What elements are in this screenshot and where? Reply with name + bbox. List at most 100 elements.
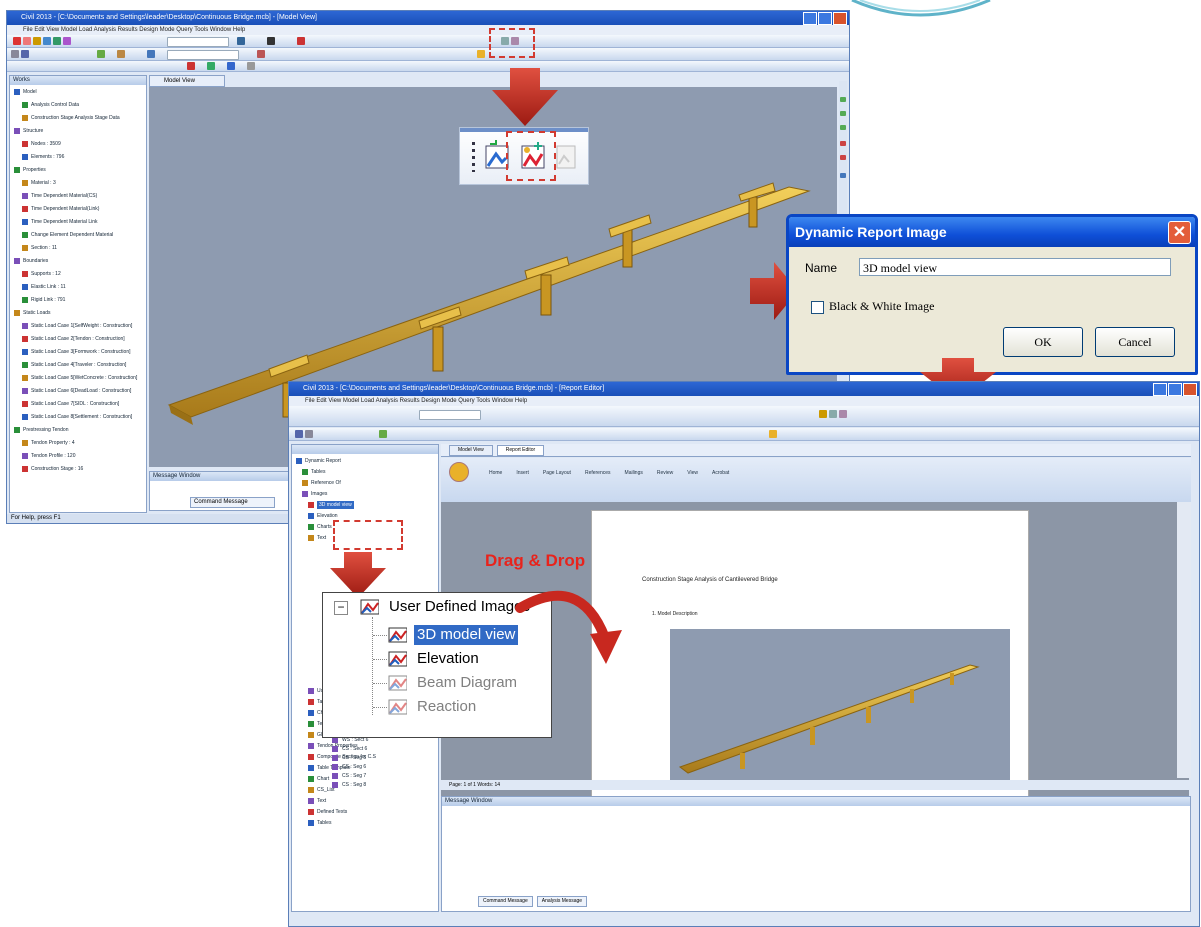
close-button[interactable] — [1183, 383, 1197, 396]
tool-icon[interactable] — [207, 62, 215, 70]
dialog-close-button[interactable]: ✕ — [1168, 221, 1191, 244]
tool-icon[interactable] — [840, 141, 846, 146]
tree-item[interactable]: Defined Texts — [317, 808, 347, 816]
tree-item[interactable]: Change Element Dependent Material — [31, 231, 113, 239]
ribbon-tab[interactable]: Review — [657, 470, 673, 476]
tool-icon[interactable] — [839, 410, 847, 418]
close-button[interactable] — [833, 12, 847, 25]
tool-icon[interactable] — [63, 37, 71, 45]
tree-leaf-item[interactable]: CS : Seg 7 — [342, 772, 366, 780]
ribbon-tab[interactable]: Acrobat — [712, 470, 729, 476]
tree-item[interactable]: Static Loads — [23, 309, 51, 317]
tool-icon[interactable] — [147, 50, 155, 58]
vertical-scrollbar[interactable] — [1177, 502, 1191, 778]
tree-item[interactable]: Text — [317, 534, 326, 542]
tab-model-view[interactable]: Model View — [149, 75, 225, 87]
name-input[interactable]: 3D model view — [859, 258, 1171, 276]
ribbon-tab[interactable]: Insert — [516, 470, 529, 476]
tree-item[interactable]: Prestressing Tendon — [23, 426, 69, 434]
collapse-toggle[interactable]: − — [334, 601, 348, 615]
user-image-item[interactable]: Reaction — [417, 697, 476, 717]
tree-item[interactable]: Elevation — [317, 512, 338, 520]
maximize-button[interactable] — [1168, 383, 1182, 396]
tool-icon[interactable] — [13, 37, 21, 45]
tree-item[interactable]: Tables — [311, 468, 325, 476]
tree-item[interactable]: Tendon Property : 4 — [31, 439, 75, 447]
tree-item[interactable]: Images — [311, 490, 327, 498]
tree-item[interactable]: Charts — [317, 523, 332, 531]
tree-item[interactable]: Static Load Case 1[SelfWeight : Construc… — [31, 322, 132, 330]
ribbon-tab[interactable]: Page Layout — [543, 470, 571, 476]
tree-item[interactable]: Static Load Case 4[Traveler : Constructi… — [31, 361, 126, 369]
tool-icon[interactable] — [840, 173, 846, 178]
tool-icon[interactable] — [23, 37, 31, 45]
tree-leaf-item[interactable]: CS : Seg 8 — [342, 781, 366, 789]
minimize-button[interactable] — [803, 12, 817, 25]
ribbon-tab[interactable]: Home — [489, 470, 502, 476]
tree-item[interactable]: Reference Of — [311, 479, 341, 487]
tree-item[interactable]: Section : 11 — [31, 244, 57, 252]
tree-item[interactable]: Tendon Profile : 120 — [31, 452, 75, 460]
tree-item[interactable]: Structure — [23, 127, 43, 135]
works-tab[interactable]: Works — [10, 76, 146, 85]
tree-leaf-item[interactable]: CS : Sect 6 — [342, 745, 367, 753]
combo-box[interactable] — [167, 50, 239, 60]
tree-item[interactable]: Rigid Link : 791 — [31, 296, 65, 304]
tool-icon[interactable] — [379, 430, 387, 438]
tool-icon[interactable] — [257, 50, 265, 58]
tree-item[interactable]: Analysis Control Data — [31, 101, 79, 109]
tool-icon[interactable] — [840, 125, 846, 130]
user-image-item[interactable]: Beam Diagram — [417, 673, 517, 693]
tab-command-message[interactable]: Command Message — [190, 497, 275, 508]
tree-item[interactable]: Text — [317, 797, 326, 805]
tree-item[interactable]: Time Dependent Material Link — [31, 218, 98, 226]
tree-item[interactable]: Static Load Case 2[Tendon : Construction… — [31, 335, 125, 343]
editor-tab[interactable]: Report Editor — [496, 445, 545, 456]
message-tab[interactable]: Command Message — [478, 896, 533, 907]
maximize-button[interactable] — [818, 12, 832, 25]
tree-item[interactable]: Time Dependent Material(CS) — [31, 192, 97, 200]
combo-box[interactable] — [419, 410, 481, 420]
tool-icon[interactable] — [267, 37, 275, 45]
tool-icon[interactable] — [305, 430, 313, 438]
tree-item[interactable]: Time Dependent Material(Link) — [31, 205, 99, 213]
user-image-item[interactable]: Elevation — [417, 649, 479, 669]
tool-icon[interactable] — [187, 62, 195, 70]
tree-item[interactable]: Properties — [23, 166, 46, 174]
combo-box[interactable] — [167, 37, 229, 47]
tree-item[interactable]: Construction Stage : 16 — [31, 465, 83, 473]
tree-item[interactable]: Construction Stage Analysis Stage Data — [31, 114, 120, 122]
tool-icon[interactable] — [840, 111, 846, 116]
tool-icon[interactable] — [11, 50, 19, 58]
office-button-icon[interactable] — [449, 462, 469, 482]
tree-leaf-item[interactable]: CS : Seg 6 — [342, 763, 366, 771]
tool-icon[interactable] — [295, 430, 303, 438]
tool-icon[interactable] — [227, 62, 235, 70]
tool-icon[interactable] — [117, 50, 125, 58]
tree-item[interactable]: Dynamic Report — [305, 457, 341, 465]
tree-item-selected[interactable]: 3D model view — [317, 501, 354, 509]
tree-item[interactable]: Static Load Case 3[Formwork : Constructi… — [31, 348, 131, 356]
ok-button[interactable]: OK — [1003, 327, 1083, 357]
tool-icon[interactable] — [819, 410, 827, 418]
tool-icon[interactable] — [840, 155, 846, 160]
tool-icon[interactable] — [840, 97, 846, 102]
tool-icon[interactable] — [297, 37, 305, 45]
tree-item[interactable]: Static Load Case 8[Settlement : Construc… — [31, 413, 132, 421]
ribbon-tab[interactable]: View — [687, 470, 698, 476]
tree-item[interactable]: Elements : 796 — [31, 153, 64, 161]
tool-icon[interactable] — [33, 37, 41, 45]
cancel-button[interactable]: Cancel — [1095, 327, 1175, 357]
tree-item[interactable]: Material : 3 — [31, 179, 56, 187]
report-page[interactable]: Construction Stage Analysis of Cantileve… — [591, 510, 1029, 802]
tool-icon[interactable] — [53, 37, 61, 45]
tree-item[interactable]: Model — [23, 88, 37, 96]
user-image-item-selected[interactable]: 3D model view — [414, 625, 519, 645]
black-white-checkbox[interactable] — [811, 301, 824, 314]
ribbon-tab[interactable]: References — [585, 470, 611, 476]
tree-item[interactable]: Static Load Case 6[DeadLoad : Constructi… — [31, 387, 131, 395]
tree-item[interactable]: Supports : 12 — [31, 270, 61, 278]
tree-leaf-item[interactable]: CS : Seg 5 — [342, 754, 366, 762]
grip-handle[interactable] — [472, 142, 475, 172]
tool-icon[interactable] — [21, 50, 29, 58]
